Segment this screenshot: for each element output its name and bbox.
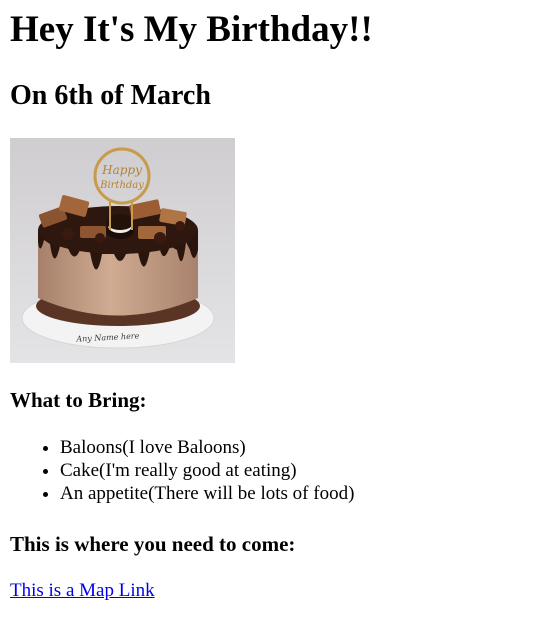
svg-text:Happy: Happy [101, 163, 142, 177]
page-subtitle: On 6th of March [10, 80, 211, 111]
list-item: Baloons(I love Baloons) [60, 436, 354, 459]
page-title: Hey It's My Birthday!! [10, 9, 373, 50]
map-link[interactable]: This is a Map Link [10, 579, 155, 603]
bring-section-title: What to Bring: [10, 388, 147, 412]
svg-text:Birthday: Birthday [99, 180, 144, 191]
list-item: An appetite(There will be lots of food) [60, 482, 354, 505]
list-item: Cake(I'm really good at eating) [60, 459, 354, 482]
birthday-cake-image: Happy Birthday Any Name here [10, 138, 235, 363]
bring-list: Baloons(I love Baloons) Cake(I'm really … [10, 436, 354, 505]
location-section-title: This is where you need to come: [10, 532, 296, 556]
